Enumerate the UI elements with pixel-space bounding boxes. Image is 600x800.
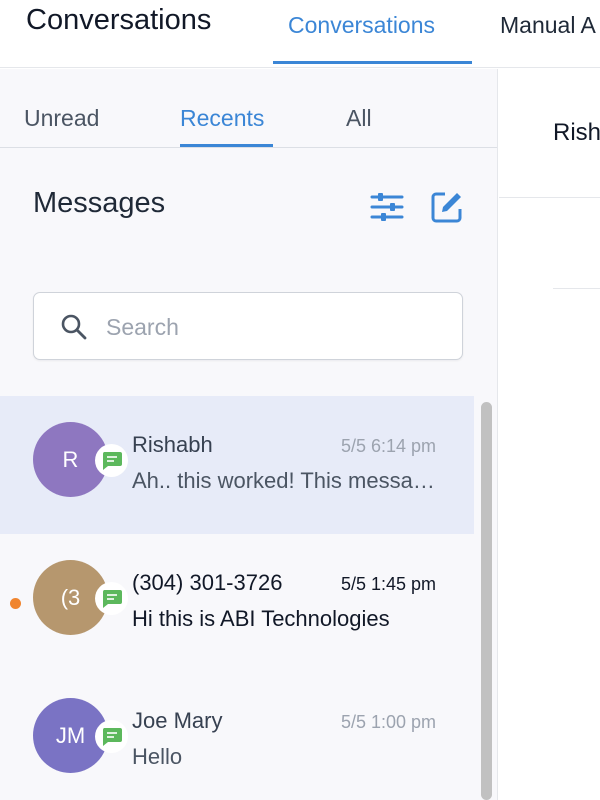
top-header: Conversations Conversations Manual A	[0, 0, 600, 68]
message-preview: Hello	[132, 744, 183, 769]
message-timestamp: 5/5 6:14 pm	[340, 436, 436, 456]
active-subtab-indicator	[180, 144, 273, 147]
tab-manual-actions[interactable]: Manual A	[500, 12, 596, 39]
app-title: Conversations	[26, 4, 212, 36]
filter-button[interactable]	[369, 189, 405, 225]
conversation-list-pane: Unread Recents All Messages Search R Ris…	[0, 69, 498, 800]
filter-sliders-icon	[370, 193, 404, 221]
subtab-unread[interactable]: Unread	[24, 105, 99, 132]
compose-edit-icon	[431, 192, 462, 223]
sms-message-icon	[102, 727, 122, 746]
subtab-recents[interactable]: Recents	[180, 105, 264, 132]
sms-message-icon	[102, 451, 122, 470]
active-tab-indicator	[273, 61, 472, 64]
filter-subtabs: Unread Recents All	[0, 69, 497, 148]
avatar-initials: R	[62, 446, 79, 472]
search-input[interactable]	[106, 305, 446, 349]
channel-badge	[95, 582, 128, 615]
contact-name: Joe Mary	[132, 708, 223, 733]
message-timestamp: 5/5 1:45 pm	[340, 574, 436, 594]
unread-indicator	[10, 598, 21, 609]
message-preview: Hi this is ABI Technologies	[132, 606, 390, 631]
conversation-detail-pane: Rish	[499, 69, 600, 800]
selected-contact-name: Rish	[553, 119, 600, 146]
compose-button[interactable]	[429, 189, 465, 225]
messages-title: Messages	[33, 187, 166, 219]
conversation-item-joe-mary[interactable]: JM Joe Mary 5/5 1:00 pm Hello	[0, 672, 474, 800]
channel-badge	[95, 720, 128, 753]
avatar-initials: (3	[60, 584, 81, 610]
contact-name: (304) 301-3726	[132, 570, 283, 595]
conversation-item-phone[interactable]: (3 (304) 301-3726 5/5 1:45 pm Hi this is…	[0, 534, 474, 672]
sms-message-icon	[102, 589, 122, 608]
contact-name: Rishabh	[132, 432, 213, 457]
divider	[553, 288, 600, 289]
subtab-all[interactable]: All	[346, 105, 372, 132]
message-preview: Ah.. this worked! This message has been …	[132, 468, 444, 493]
avatar-initials: JM	[55, 722, 86, 748]
channel-badge	[95, 444, 128, 477]
conversation-item-rishabh[interactable]: R Rishabh 5/5 6:14 pm Ah.. this worked! …	[0, 396, 474, 534]
tab-conversations[interactable]: Conversations	[288, 12, 435, 39]
search-box[interactable]	[33, 292, 463, 360]
scrollbar-thumb[interactable]	[481, 402, 492, 800]
search-icon	[61, 314, 87, 340]
divider	[499, 197, 600, 198]
message-timestamp: 5/5 1:00 pm	[340, 712, 436, 732]
